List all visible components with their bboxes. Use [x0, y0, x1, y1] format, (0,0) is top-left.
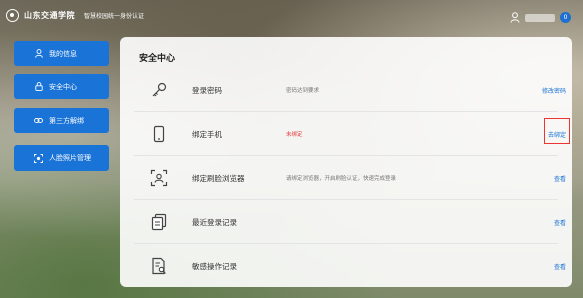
row-name: 最近登录记录 [192, 218, 237, 227]
row-name: 登录密码 [192, 86, 222, 95]
security-center-panel: 安全中心 登录密码 密码达到要求 修改密码 绑定手机 未绑定 去绑定 绑定刷脸浏… [120, 37, 572, 287]
row-name: 绑定手机 [192, 130, 222, 139]
view-recent-logins-link[interactable]: 查看 [554, 218, 566, 227]
row-status: 请绑定浏览器，开启刷脸认证，快速完成登录 [286, 176, 397, 182]
view-face-browser-link[interactable]: 查看 [554, 174, 566, 183]
sidebar-item-my-info[interactable]: 我的信息 [14, 41, 109, 66]
school-logo[interactable]: 山东交通学院 智慧校园统一身份认证 [6, 9, 144, 22]
sidebar-item-label: 我的信息 [49, 49, 77, 58]
security-row-login-password: 登录密码 密码达到要求 修改密码 [120, 68, 572, 112]
link-icon [34, 116, 43, 125]
security-row-recent-logins: 最近登录记录 查看 [120, 200, 572, 244]
bind-phone-highlight-box [544, 118, 570, 144]
view-sensitive-operations-link[interactable]: 查看 [554, 262, 566, 271]
row-status: 密码达到要求 [286, 88, 320, 94]
sidebar-item-label: 安全中心 [49, 82, 77, 91]
sidebar-item-label: 第三方解绑 [49, 116, 84, 125]
row-name: 绑定刷脸浏览器 [192, 174, 245, 183]
user-icon [510, 12, 520, 23]
lock-icon [34, 82, 43, 91]
key-icon [152, 82, 167, 97]
security-row-face-browser: 绑定刷脸浏览器 请绑定浏览器，开启刷脸认证，快速完成登录 查看 [120, 156, 572, 200]
sidebar-item-third-party-unbind[interactable]: 第三方解绑 [14, 108, 109, 133]
user-menu[interactable]: 0 [510, 12, 571, 23]
sidebar-item-label: 人脸照片管理 [49, 154, 91, 162]
security-row-bind-phone: 绑定手机 未绑定 去绑定 [120, 112, 572, 156]
user-name [525, 13, 555, 22]
top-bar: 山东交通学院 智慧校园统一身份认证 0 [0, 0, 583, 36]
phone-icon [153, 125, 165, 143]
change-password-link[interactable]: 修改密码 [542, 86, 566, 95]
user-icon [34, 49, 43, 58]
document-search-icon [152, 257, 166, 275]
row-status: 未绑定 [286, 132, 303, 138]
notification-badge[interactable]: 0 [560, 12, 571, 23]
security-row-sensitive-operations: 敏感操作记录 查看 [120, 244, 572, 288]
sidebar-item-face-photo[interactable]: 人脸照片管理 [14, 145, 109, 171]
school-name: 山东交通学院 [24, 10, 75, 20]
row-name: 敏感操作记录 [192, 262, 237, 271]
page-title: 安全中心 [139, 54, 176, 64]
face-scan-icon [34, 153, 43, 163]
face-scan-icon [150, 169, 168, 187]
document-icon [151, 213, 167, 231]
school-seal-icon [6, 9, 19, 22]
auth-title: 智慧校园统一身份认证 [84, 13, 145, 20]
sidebar-item-security-center[interactable]: 安全中心 [14, 74, 109, 99]
